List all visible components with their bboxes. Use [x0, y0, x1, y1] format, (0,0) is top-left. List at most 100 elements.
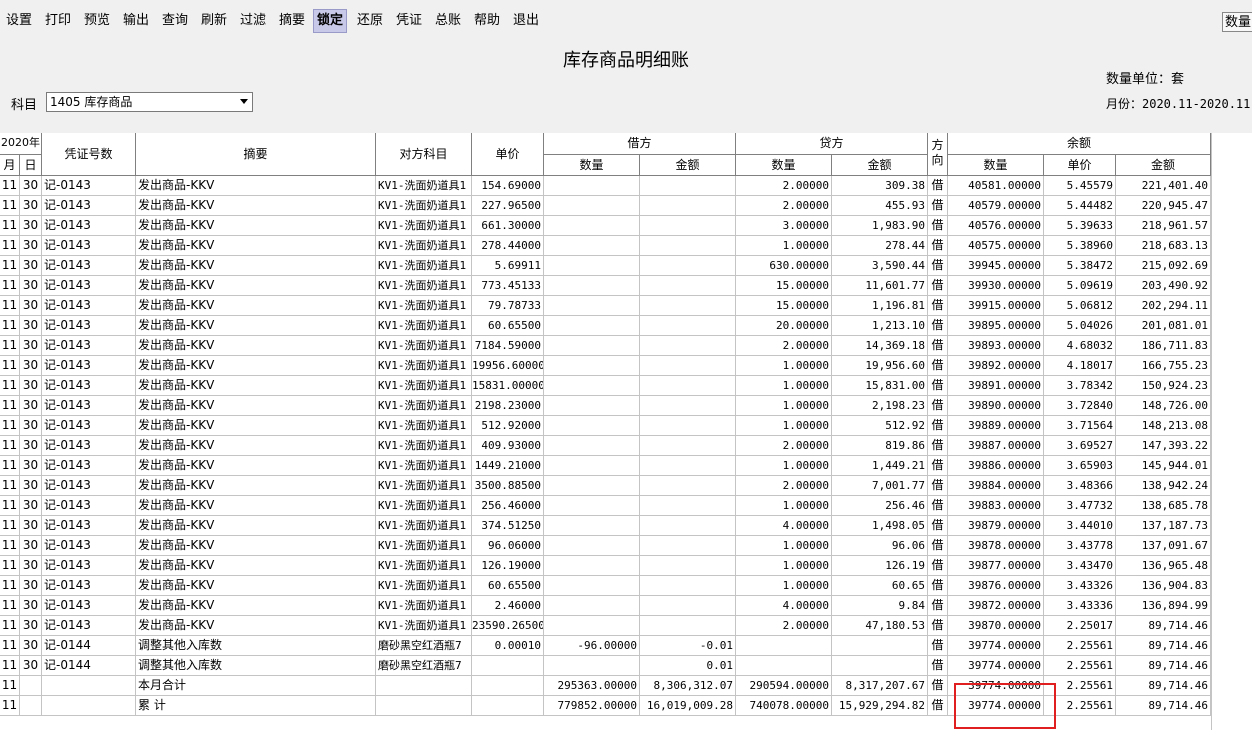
cell-m: 11 — [0, 416, 20, 436]
cell-da — [640, 236, 736, 256]
cell-cp: KV1-洗面奶道具1 — [376, 576, 472, 596]
cell-d: 30 — [20, 216, 42, 236]
cell-d — [20, 676, 42, 696]
table-row[interactable]: 11 30 记-0143 发出商品-KKV KV1-洗面奶道具1 409.93000 2.0… — [0, 436, 1252, 456]
table-row[interactable]: 11 30 记-0143 发出商品-KKV KV1-洗面奶道具1 2.46000 4.000… — [0, 596, 1252, 616]
cell-ca: 15,831.00 — [832, 376, 928, 396]
cell-bq: 39774.00000 — [948, 656, 1044, 676]
cell-ba: 148,213.08 — [1116, 416, 1211, 436]
cell-bp: 3.78342 — [1044, 376, 1116, 396]
toolbar-button-5[interactable]: 刷新 — [198, 10, 230, 32]
cell-dq — [544, 616, 640, 636]
table-row[interactable]: 11 30 记-0143 发出商品-KKV KV1-洗面奶道具1 227.96500 2.0… — [0, 196, 1252, 216]
table-row[interactable]: 11 30 记-0143 发出商品-KKV KV1-洗面奶道具1 79.78733 15.0… — [0, 296, 1252, 316]
cell-d: 30 — [20, 196, 42, 216]
cell-dq — [544, 496, 640, 516]
toolbar-button-3[interactable]: 输出 — [120, 10, 152, 32]
cell-p: 154.69000 — [472, 176, 544, 196]
subject-select[interactable]: 1405 库存商品 — [46, 92, 253, 112]
toolbar-button-13[interactable]: 退出 — [510, 10, 542, 32]
cell-v: 记-0143 — [42, 476, 136, 496]
header-counterpart: 对方科目 — [376, 133, 472, 176]
cell-ba: 145,944.01 — [1116, 456, 1211, 476]
table-row[interactable]: 11 30 记-0143 发出商品-KKV KV1-洗面奶道具1 23590.26500 2… — [0, 616, 1252, 636]
cell-dir: 借 — [928, 476, 948, 496]
qty-amount-button[interactable]: 数量金 — [1222, 12, 1252, 32]
cell-cq: 1.00000 — [736, 416, 832, 436]
cell-m: 11 — [0, 496, 20, 516]
table-row[interactable]: 11 30 记-0143 发出商品-KKV KV1-洗面奶道具1 15831.00000 1… — [0, 376, 1252, 396]
cell-bq: 39774.00000 — [948, 636, 1044, 656]
toolbar-button-10[interactable]: 凭证 — [393, 10, 425, 32]
table-row[interactable]: 11 30 记-0143 发出商品-KKV KV1-洗面奶道具1 773.45133 15.… — [0, 276, 1252, 296]
cell-s: 发出商品-KKV — [136, 436, 376, 456]
toolbar-button-4[interactable]: 查询 — [159, 10, 191, 32]
table-row[interactable]: 11 本月合计 295363.00000 8,306,312.07 290594.000… — [0, 676, 1252, 696]
cell-s: 发出商品-KKV — [136, 536, 376, 556]
toolbar-button-8[interactable]: 锁定 — [313, 9, 348, 33]
table-row[interactable]: 11 30 记-0143 发出商品-KKV KV1-洗面奶道具1 96.06000 1.00… — [0, 536, 1252, 556]
cell-da — [640, 476, 736, 496]
toolbar-button-0[interactable]: 设置 — [3, 10, 35, 32]
table-row[interactable]: 11 30 记-0143 发出商品-KKV KV1-洗面奶道具1 7184.59000 2.… — [0, 336, 1252, 356]
cell-bp: 3.65903 — [1044, 456, 1116, 476]
cell-cq: 1.00000 — [736, 396, 832, 416]
table-row[interactable]: 11 30 记-0143 发出商品-KKV KV1-洗面奶道具1 1449.21000 1.… — [0, 456, 1252, 476]
toolbar-button-1[interactable]: 打印 — [42, 10, 74, 32]
header-credit-qty: 数量 — [736, 155, 832, 176]
table-row[interactable]: 11 30 记-0144 调整其他入库数 磨砂黑空红酒瓶7 0.00010 -96.0000… — [0, 636, 1252, 656]
cell-dir: 借 — [928, 516, 948, 536]
cell-dq: -96.00000 — [544, 636, 640, 656]
header-debit-qty: 数量 — [544, 155, 640, 176]
table-row[interactable]: 11 30 记-0143 发出商品-KKV KV1-洗面奶道具1 60.65500 1.00… — [0, 576, 1252, 596]
table-row[interactable]: 11 30 记-0143 发出商品-KKV KV1-洗面奶道具1 512.92000 1.0… — [0, 416, 1252, 436]
cell-s: 发出商品-KKV — [136, 276, 376, 296]
table-row[interactable]: 11 30 记-0143 发出商品-KKV KV1-洗面奶道具1 126.19000 1.0… — [0, 556, 1252, 576]
toolbar-button-2[interactable]: 预览 — [81, 10, 113, 32]
cell-p: 79.78733 — [472, 296, 544, 316]
toolbar-button-9[interactable]: 还原 — [354, 10, 386, 32]
cell-v: 记-0143 — [42, 256, 136, 276]
cell-ca: 19,956.60 — [832, 356, 928, 376]
table-row[interactable]: 11 30 记-0143 发出商品-KKV KV1-洗面奶道具1 19956.60000 1… — [0, 356, 1252, 376]
cell-cq: 2.00000 — [736, 196, 832, 216]
table-row[interactable]: 11 30 记-0143 发出商品-KKV KV1-洗面奶道具1 374.51250 4.0… — [0, 516, 1252, 536]
table-row[interactable]: 11 30 记-0143 发出商品-KKV KV1-洗面奶道具1 3500.88500 2.… — [0, 476, 1252, 496]
cell-v: 记-0143 — [42, 276, 136, 296]
cell-da — [640, 276, 736, 296]
cell-dir: 借 — [928, 316, 948, 336]
table-row[interactable]: 11 30 记-0144 调整其他入库数 磨砂黑空红酒瓶7 0.01 借 39774.0000… — [0, 656, 1252, 676]
cell-bq: 39945.00000 — [948, 256, 1044, 276]
cell-s: 发出商品-KKV — [136, 256, 376, 276]
header-debit-amount: 金额 — [640, 155, 736, 176]
cell-cq: 1.00000 — [736, 376, 832, 396]
cell-ca: 14,369.18 — [832, 336, 928, 356]
chevron-down-icon[interactable] — [240, 99, 248, 104]
table-row[interactable]: 11 30 记-0143 发出商品-KKV KV1-洗面奶道具1 5.69911 630.0… — [0, 256, 1252, 276]
cell-ca: 47,180.53 — [832, 616, 928, 636]
table-row[interactable]: 11 30 记-0143 发出商品-KKV KV1-洗面奶道具1 661.30000 3.0… — [0, 216, 1252, 236]
cell-v — [42, 696, 136, 716]
toolbar-button-11[interactable]: 总账 — [432, 10, 464, 32]
cell-dir: 借 — [928, 296, 948, 316]
cell-bp: 5.09619 — [1044, 276, 1116, 296]
cell-cq: 4.00000 — [736, 596, 832, 616]
table-row[interactable]: 11 30 记-0143 发出商品-KKV KV1-洗面奶道具1 256.46000 1.0… — [0, 496, 1252, 516]
cell-d: 30 — [20, 396, 42, 416]
cell-s: 发出商品-KKV — [136, 216, 376, 236]
table-row[interactable]: 11 30 记-0143 发出商品-KKV KV1-洗面奶道具1 60.65500 20.0… — [0, 316, 1252, 336]
table-row[interactable]: 11 累 计 779852.00000 16,019,009.28 740078.000… — [0, 696, 1252, 716]
toolbar-button-6[interactable]: 过滤 — [237, 10, 269, 32]
cell-ba: 150,924.23 — [1116, 376, 1211, 396]
table-row[interactable]: 11 30 记-0143 发出商品-KKV KV1-洗面奶道具1 278.44000 1.0… — [0, 236, 1252, 256]
header-balance-price: 单价 — [1044, 155, 1116, 176]
cell-dir: 借 — [928, 456, 948, 476]
toolbar-button-12[interactable]: 帮助 — [471, 10, 503, 32]
cell-ba: 89,714.46 — [1116, 676, 1211, 696]
cell-v: 记-0144 — [42, 636, 136, 656]
cell-s: 发出商品-KKV — [136, 476, 376, 496]
toolbar-button-7[interactable]: 摘要 — [276, 10, 308, 32]
table-row[interactable]: 11 30 记-0143 发出商品-KKV KV1-洗面奶道具1 154.69000 2.0… — [0, 176, 1252, 196]
cell-cq: 1.00000 — [736, 356, 832, 376]
table-row[interactable]: 11 30 记-0143 发出商品-KKV KV1-洗面奶道具1 2198.23000 1.… — [0, 396, 1252, 416]
